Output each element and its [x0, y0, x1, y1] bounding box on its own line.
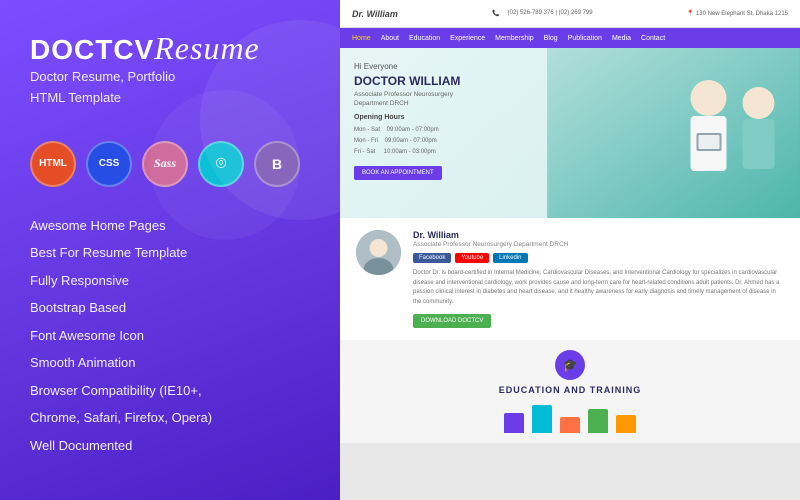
education-section: 🎓 EDUCATION AND TRAINING	[340, 340, 800, 443]
nav-publication[interactable]: Publication	[568, 35, 602, 42]
hero-image	[547, 48, 800, 218]
feature-5: Font Awesome Icon	[30, 325, 310, 347]
edu-bar-4	[588, 409, 608, 433]
badge-bootstrap: B	[254, 141, 300, 187]
about-content: Dr. William Associate Professor Neurosur…	[413, 230, 784, 328]
edu-bar-2	[532, 405, 552, 433]
logo: DOCTCVResume	[30, 30, 310, 67]
edu-bar-1	[504, 413, 524, 433]
left-panel: DOCTCVResume Doctor Resume, Portfolio HT…	[0, 0, 340, 500]
feature-1: Awesome Home Pages	[30, 215, 310, 237]
nav-contact[interactable]: Contact	[641, 35, 665, 42]
logo-area: DOCTCVResume Doctor Resume, Portfolio HT…	[30, 30, 310, 129]
website-preview: Dr. William 📞 (02) 526-789 376 | (02) 26…	[340, 0, 800, 500]
logo-part2: Resume	[154, 30, 260, 66]
youtube-button[interactable]: Youtube	[455, 253, 489, 263]
education-bars	[356, 403, 784, 433]
nav-membership[interactable]: Membership	[495, 35, 534, 42]
hero-section: Hi Everyone DOCTOR WILLIAM Associate Pro…	[340, 48, 800, 218]
badge-sass: Sass	[142, 141, 188, 187]
linkedin-button[interactable]: Linkedin	[493, 253, 527, 263]
preview-address: 📍 130 New Elephant St, Dhaka 1215	[687, 10, 788, 17]
feature-3: Fully Responsive	[30, 270, 310, 292]
education-title: EDUCATION AND TRAINING	[356, 385, 784, 395]
download-button[interactable]: DOWNLOAD DOCTCV	[413, 314, 491, 328]
feature-8: Chrome, Safari, Firefox, Opera)	[30, 407, 310, 429]
facebook-button[interactable]: Facebook	[413, 253, 451, 263]
location-icon: 📍	[687, 11, 694, 17]
feature-9: Well Documented	[30, 435, 310, 457]
hero-greeting: Hi Everyone	[354, 62, 533, 71]
doctor-name: Dr. William	[413, 230, 784, 240]
badge-html: HTML	[30, 141, 76, 187]
hero-subtitle: Associate Professor NeurosurgeryDepartme…	[354, 90, 533, 108]
feature-4: Bootstrap Based	[30, 297, 310, 319]
nav-experience[interactable]: Experience	[450, 35, 485, 42]
logo-part1: DOCTCV	[30, 34, 154, 65]
nav-blog[interactable]: Blog	[544, 35, 558, 42]
feature-6: Smooth Animation	[30, 352, 310, 374]
feature-2: Best For Resume Template	[30, 242, 310, 264]
hero-right	[547, 48, 800, 218]
preview-contact: 📞 (02) 526-789 376 | (02) 269 799	[492, 10, 592, 17]
logo-subtitle: Doctor Resume, Portfolio HTML Template	[30, 67, 310, 109]
education-icon: 🎓	[555, 350, 585, 380]
nav-home[interactable]: Home	[352, 35, 371, 42]
badge-css: CSS	[86, 141, 132, 187]
edu-bar-3	[560, 417, 580, 433]
preview-body: Hi Everyone DOCTOR WILLIAM Associate Pro…	[340, 48, 800, 500]
doctor-avatar	[356, 230, 401, 275]
tech-badges: HTML CSS Sass ⌾ B	[30, 141, 310, 187]
hero-name: DOCTOR WILLIAM	[354, 74, 533, 88]
edu-bar-5	[616, 415, 636, 433]
preview-brand: Dr. William	[352, 9, 398, 19]
hero-hours-title: Opening Hours	[354, 114, 533, 121]
hero-times: Mon - Sat 09:00am - 07:00pm Mon - Fri 09…	[354, 125, 533, 157]
nav-media[interactable]: Media	[612, 35, 631, 42]
badge-angular: ⌾	[198, 141, 244, 187]
right-panel: Dr. William 📞 (02) 526-789 376 | (02) 26…	[340, 0, 800, 500]
nav-education[interactable]: Education	[409, 35, 440, 42]
about-bio: Doctor Dr. is board-certified in Interna…	[413, 269, 784, 307]
feature-7: Browser Compatibility (IE10+,	[30, 380, 310, 402]
phone-icon: 📞	[492, 10, 499, 17]
preview-navbar[interactable]: Home About Education Experience Membersh…	[340, 28, 800, 48]
preview-topbar: Dr. William 📞 (02) 526-789 376 | (02) 26…	[340, 0, 800, 28]
about-section: Dr. William Associate Professor Neurosur…	[340, 218, 800, 340]
nav-about[interactable]: About	[381, 35, 399, 42]
social-buttons: Facebook Youtube Linkedin	[413, 253, 784, 263]
hero-left: Hi Everyone DOCTOR WILLIAM Associate Pro…	[340, 48, 547, 218]
features-list: Awesome Home Pages Best For Resume Templ…	[30, 215, 310, 457]
hero-cta-button[interactable]: BOOK AN APPOINTMENT	[354, 166, 442, 180]
doctor-title: Associate Professor Neurosurgery Departm…	[413, 241, 784, 248]
